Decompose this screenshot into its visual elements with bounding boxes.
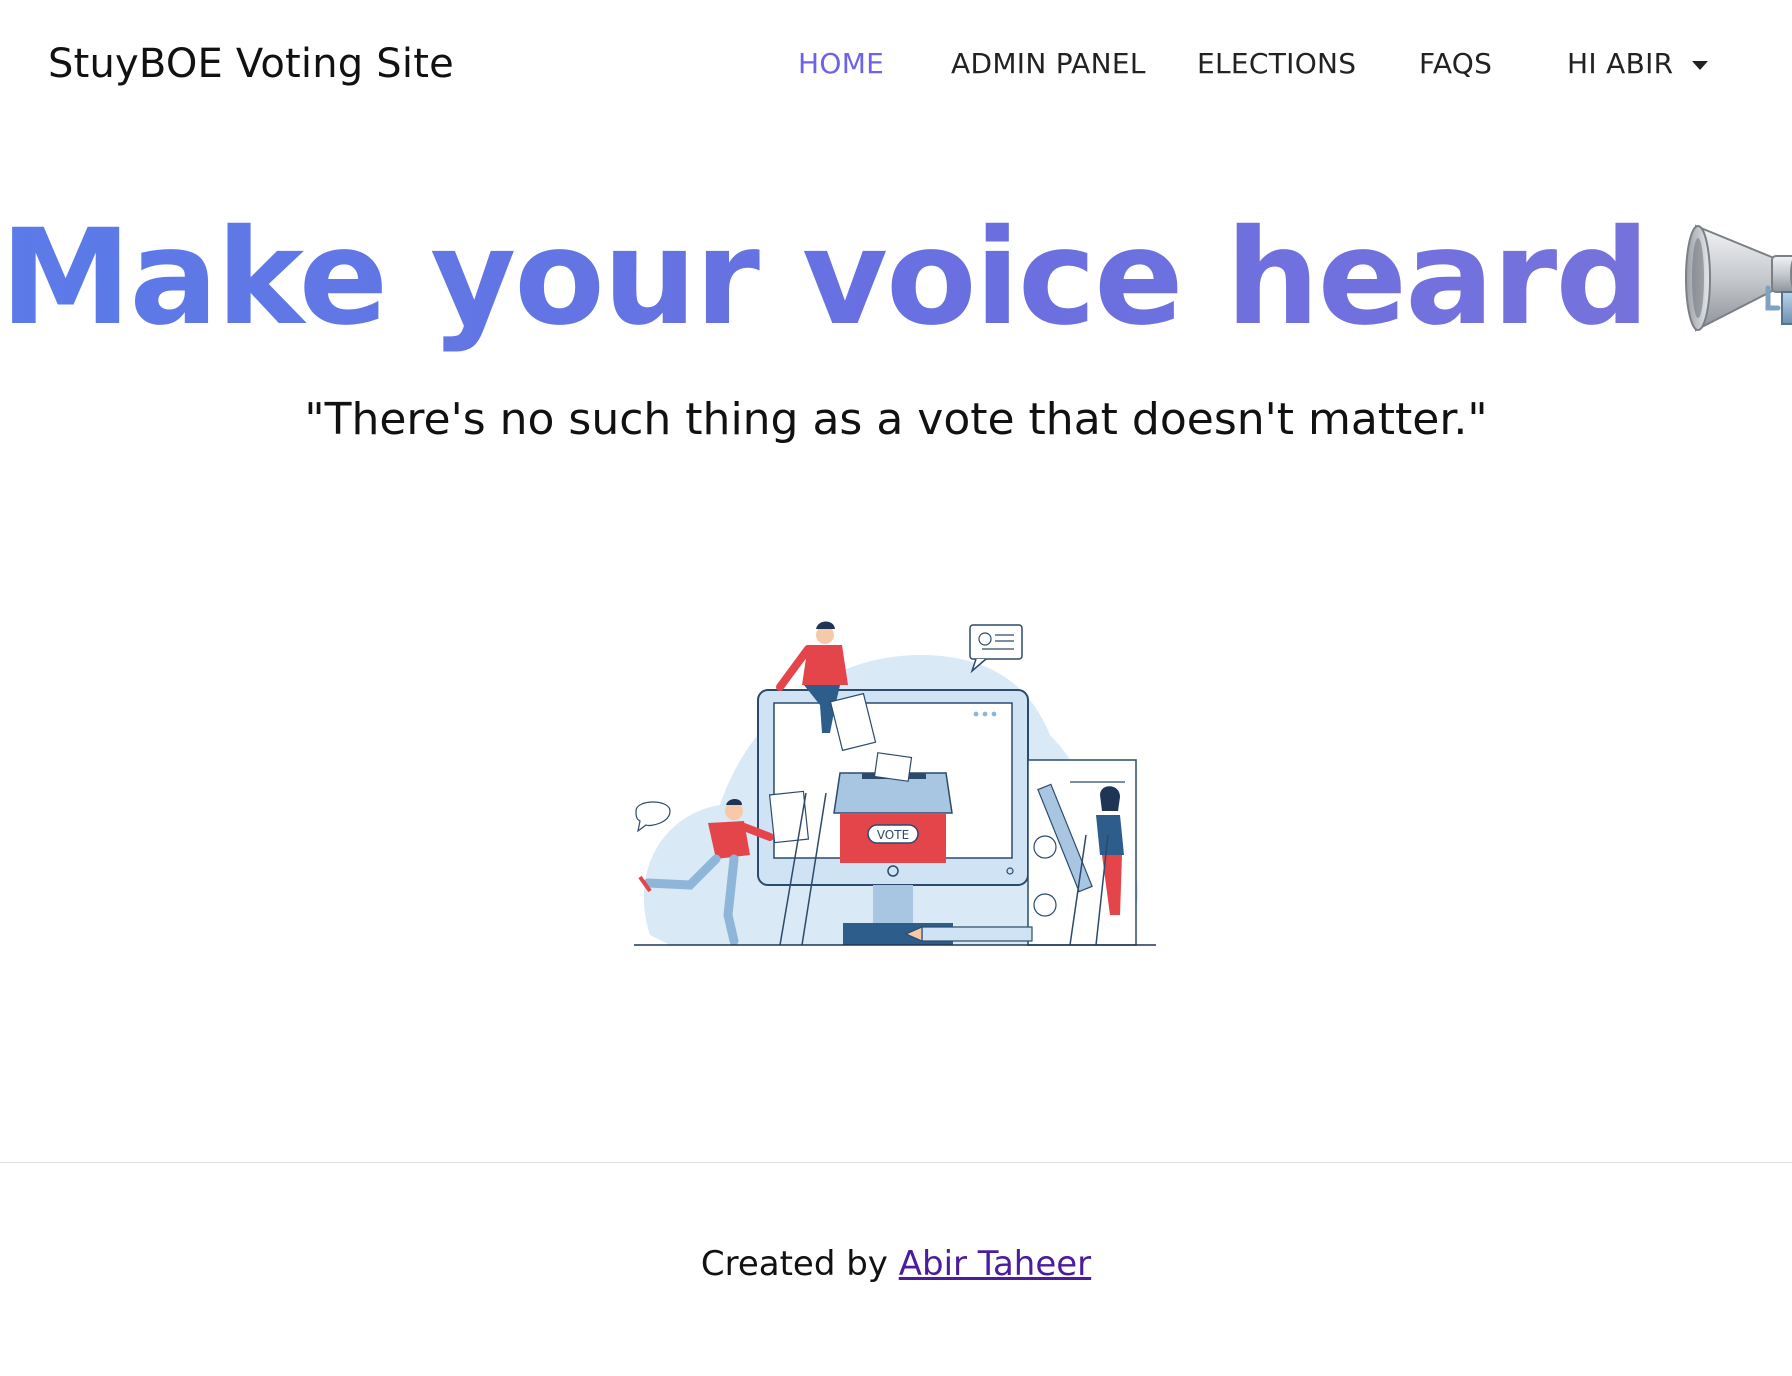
voting-illustration: VOTE <box>630 615 1160 955</box>
nav-item-elections[interactable]: ELECTIONS <box>1197 46 1356 82</box>
megaphone-icon <box>1682 212 1792 342</box>
footer-author-link[interactable]: Abir Taheer <box>899 1244 1091 1284</box>
site-brand-link[interactable]: StuyBOE Voting Site <box>48 38 454 90</box>
footer-credit-text: Created by <box>700 1244 888 1284</box>
illustration-vote-label: VOTE <box>877 828 909 842</box>
footer-divider <box>0 1162 1792 1163</box>
nav-item-admin-panel[interactable]: ADMIN PANEL <box>951 46 1146 82</box>
hero-title-text: Make your voice heard <box>0 201 1650 355</box>
hero-title: Make your voice heard <box>0 198 1792 358</box>
nav-item-faqs[interactable]: FAQS <box>1419 46 1492 82</box>
hero-quote: "There's no such thing as a vote that do… <box>304 394 1488 445</box>
chevron-down-icon[interactable] <box>1692 61 1708 70</box>
nav-item-home[interactable]: HOME <box>798 46 884 82</box>
top-navbar: StuyBOE Voting Site HOME ADMIN PANEL ELE… <box>0 0 1792 130</box>
page-footer: Created by Abir Taheer <box>0 1242 1792 1286</box>
user-menu-toggle[interactable]: HI ABIR <box>1567 46 1673 82</box>
